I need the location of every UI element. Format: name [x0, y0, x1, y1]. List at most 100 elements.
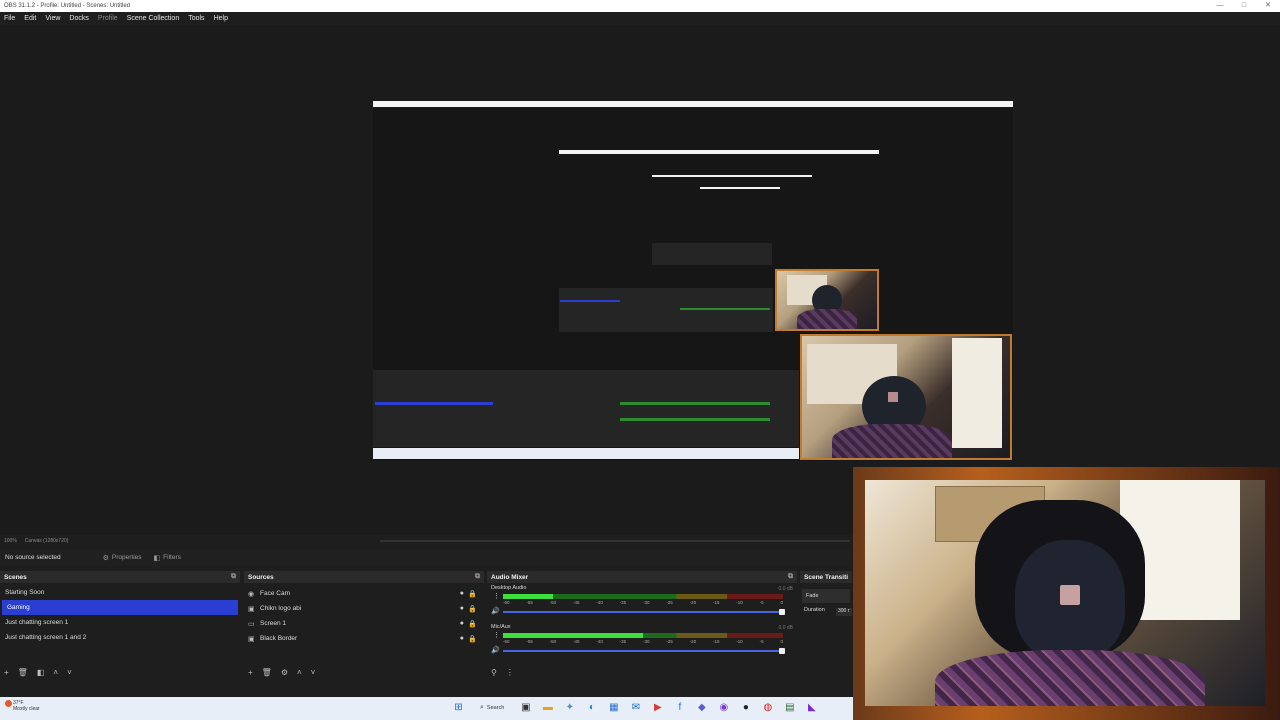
search-label: Search	[486, 704, 505, 711]
minimize-button[interactable]: —	[1208, 0, 1232, 12]
source-item[interactable]: ▣ Chikn logo abi ● 🔒	[244, 601, 484, 616]
scene-item[interactable]: Just chatting screen 1	[0, 615, 240, 630]
visibility-eye-icon[interactable]: ●	[460, 590, 464, 597]
move-down-icon[interactable]: ˅	[311, 668, 316, 677]
preview-capture-docks	[373, 370, 799, 447]
dock-float-icon[interactable]: ⧉	[475, 573, 480, 581]
channel-name: Desktop Audio	[491, 585, 527, 591]
menu-help[interactable]: Help	[214, 15, 228, 22]
mixer-menu-icon[interactable]: ⋮	[506, 668, 514, 677]
scene-filters-icon[interactable]: ◧	[37, 668, 45, 677]
source-item[interactable]: ▣ Black Border ● 🔒	[244, 631, 484, 646]
preview-canvas[interactable]	[0, 25, 1280, 535]
source-item[interactable]: ▭ Screen 1 ● 🔒	[244, 616, 484, 631]
scenes-list: Starting Soon Gaming Just chatting scree…	[0, 583, 240, 645]
visibility-eye-icon[interactable]: ●	[460, 620, 464, 627]
maximize-button[interactable]: □	[1232, 0, 1256, 12]
scene-item-selected[interactable]: Gaming	[2, 600, 238, 615]
preview-capture-selected-scene	[375, 402, 493, 405]
dock-float-icon[interactable]: ⧉	[788, 573, 793, 581]
properties-button[interactable]: ⚙ Properties	[103, 554, 142, 562]
transition-select[interactable]: Fade	[802, 589, 850, 603]
menu-edit[interactable]: Edit	[24, 15, 36, 22]
obs-icon[interactable]: ●	[739, 701, 752, 714]
task-view-icon[interactable]: ▣	[519, 701, 532, 714]
weather-widget[interactable]: 37°F Mostly clear	[5, 700, 40, 712]
move-down-icon[interactable]: ˅	[67, 668, 72, 677]
scene-item[interactable]: Starting Soon	[0, 585, 240, 600]
volume-meter	[503, 633, 783, 638]
monitor-icon: ▭	[248, 620, 255, 628]
outlook-icon[interactable]: ✉	[629, 701, 642, 714]
file-explorer-icon[interactable]: ▬	[541, 701, 554, 714]
menu-docks[interactable]: Docks	[69, 15, 88, 22]
scene-transitions-title: Scene Transiti	[804, 573, 849, 581]
store-icon[interactable]: ▦	[607, 701, 620, 714]
visibility-eye-icon[interactable]: ●	[460, 605, 464, 612]
channel-menu-icon[interactable]: ⋮	[493, 592, 500, 600]
meter-tick-label: -40	[596, 600, 603, 605]
lock-icon[interactable]: 🔒	[468, 635, 477, 643]
youtube-icon[interactable]: ▶	[651, 701, 664, 714]
filters-button[interactable]: ◧ Filters	[154, 554, 181, 562]
messenger-icon[interactable]: ◉	[717, 701, 730, 714]
visibility-eye-icon[interactable]: ●	[460, 635, 464, 642]
remove-scene-icon[interactable]: 🗑	[18, 668, 28, 677]
weather-icon	[5, 700, 12, 707]
volume-slider-handle[interactable]	[779, 648, 785, 654]
source-properties-icon[interactable]: ⚙	[281, 668, 288, 677]
meter-tick-label: 0	[780, 600, 783, 605]
speaker-icon[interactable]: 🔊	[491, 646, 500, 654]
menu-profile[interactable]: Profile	[98, 15, 118, 22]
meter-tick-label: -25	[666, 639, 673, 644]
menu-scene-collection[interactable]: Scene Collection	[127, 15, 180, 22]
facebook-icon[interactable]: f	[673, 701, 686, 714]
add-source-icon[interactable]: +	[248, 668, 253, 677]
lock-icon[interactable]: 🔒	[468, 590, 477, 598]
camera-icon: ◉	[248, 590, 255, 598]
preview-capture-level-4	[700, 187, 780, 233]
preview-scrollbar[interactable]	[380, 540, 850, 542]
title-bar: OBS 31.1.2 - Profile: Untitled - Scenes:…	[0, 0, 1280, 12]
volume-slider-handle[interactable]	[779, 609, 785, 615]
image-icon: ▣	[248, 635, 255, 643]
menu-file[interactable]: File	[4, 15, 15, 22]
zoom-level[interactable]: 100%	[4, 538, 17, 544]
editor-app-icon[interactable]: ◣	[805, 701, 818, 714]
meter-tick-label: -10	[736, 600, 743, 605]
volume-slider[interactable]	[503, 648, 785, 654]
preview-capture-selected-scene-2	[560, 300, 620, 302]
volume-slider[interactable]	[503, 609, 785, 615]
move-up-icon[interactable]: ˄	[53, 668, 58, 677]
move-up-icon[interactable]: ˄	[297, 668, 302, 677]
speaker-icon[interactable]: 🔊	[491, 607, 500, 615]
copilot-icon[interactable]: ✦	[563, 701, 576, 714]
menu-view[interactable]: View	[45, 15, 60, 22]
meter-tick-label: -20	[689, 639, 697, 644]
canvas-size[interactable]: Canvas (1280x720)	[25, 538, 69, 544]
close-button[interactable]: ✕	[1256, 0, 1280, 12]
channel-menu-icon[interactable]: ⋮	[493, 631, 500, 639]
vpn-icon[interactable]: ◆	[695, 701, 708, 714]
source-item[interactable]: ◉ Face Cam ● 🔒	[244, 586, 484, 601]
duration-input[interactable]: 300 r	[836, 608, 852, 616]
meter-tick-label: -10	[736, 639, 743, 644]
edge-icon[interactable]: ◐	[585, 701, 598, 714]
menu-tools[interactable]: Tools	[188, 15, 204, 22]
meter-tick-label: -25	[666, 600, 673, 605]
link-icon[interactable]: ⚲	[491, 668, 497, 677]
dock-float-icon[interactable]: ⧉	[231, 573, 236, 581]
remove-source-icon[interactable]: 🗑	[262, 668, 272, 677]
game-app-icon[interactable]: ◍	[761, 701, 774, 714]
notes-app-icon[interactable]: ▤	[783, 701, 796, 714]
windows-start-icon[interactable]: ⊞	[452, 701, 465, 714]
meter-tick-label: -35	[619, 639, 627, 644]
scene-item[interactable]: Just chatting screen 1 and 2	[0, 630, 240, 645]
scene-transitions-header: Scene Transiti	[800, 571, 852, 583]
source-label: Face Cam	[260, 590, 290, 597]
preview-capture-docks-2	[559, 288, 773, 332]
lock-icon[interactable]: 🔒	[468, 605, 477, 613]
add-scene-icon[interactable]: +	[4, 668, 9, 677]
taskbar-search[interactable]: ⌕ Search	[474, 701, 510, 714]
lock-icon[interactable]: 🔒	[468, 620, 477, 628]
